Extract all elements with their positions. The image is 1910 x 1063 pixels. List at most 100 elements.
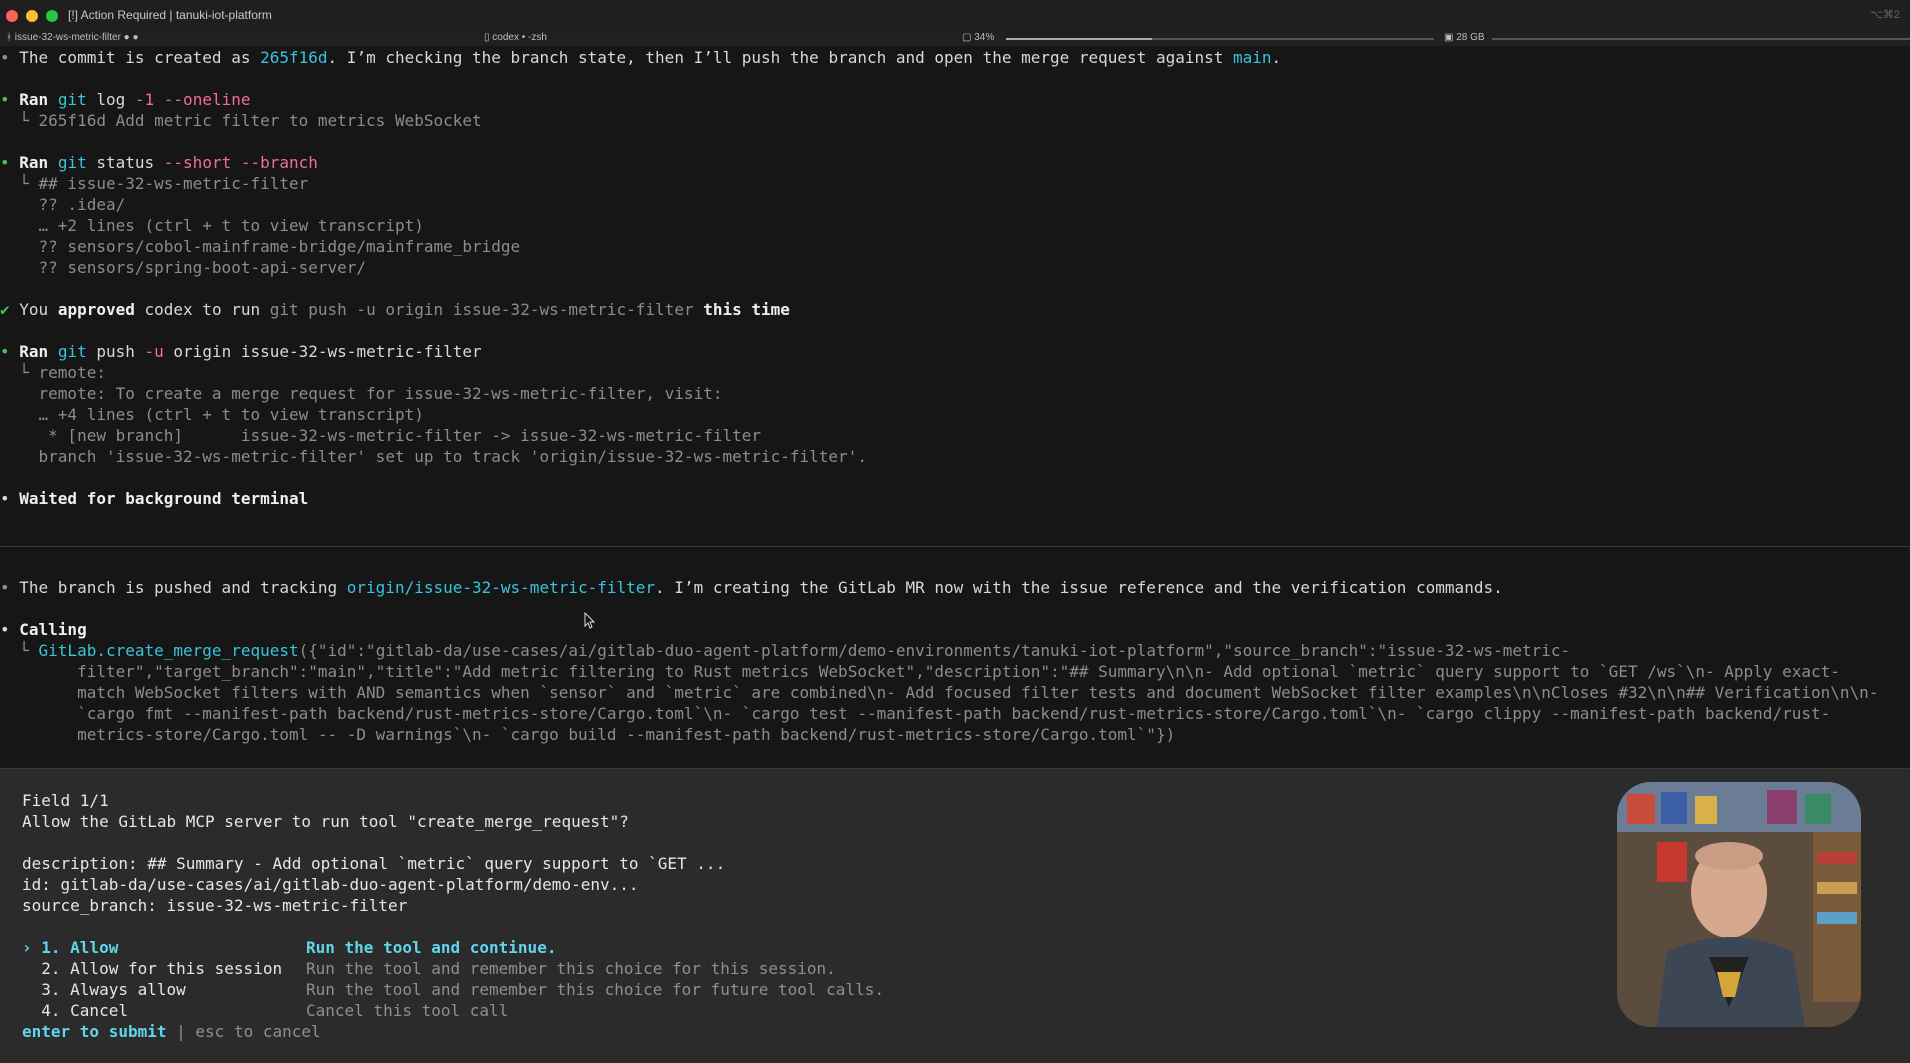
approval-scope: this time [703, 300, 790, 319]
git-push-output-line: remote: [38, 363, 106, 382]
git-status-output: … +2 lines (ctrl + t to view transcript) [0, 216, 424, 236]
option-allow-session[interactable]: 2. Allow for this session [22, 959, 282, 979]
git-push-output-line: * [new branch] issue-32-ws-metric-filter… [38, 426, 761, 445]
option-cancel[interactable]: 4. Cancel [22, 1001, 128, 1021]
branch-line-prefix: The branch is pushed and tracking [19, 578, 347, 597]
git-log-output: └ 265f16d Add metric filter to metrics W… [0, 111, 482, 130]
tool-args-text: filter","target_branch":"main","title":"… [77, 662, 1840, 681]
bullet: • [0, 90, 20, 109]
param-id: id: gitlab-da/use-cases/ai/gitlab-duo-ag… [22, 875, 639, 894]
calling-label: Calling [19, 620, 87, 639]
option-always-allow[interactable]: 3. Always allow [22, 980, 186, 1000]
git-push-args: origin issue-32-ws-metric-filter [163, 342, 482, 361]
status-tab-label: codex • -zsh [492, 32, 547, 43]
memory-icon: ▣ [1444, 32, 1457, 43]
git-status-output-line: ?? sensors/spring-boot-api-server/ [38, 258, 367, 277]
param-description: description: ## Summary - Add optional `… [22, 854, 726, 873]
tmux-status-bar: ᚼ issue-32-ws-metric-filter ● ● ▯ codex … [0, 30, 1910, 46]
target-branch: main [1233, 48, 1272, 67]
git-status-command: • Ran git status --short --branch [0, 153, 318, 173]
remote-branch: origin/issue-32-ws-metric-filter [346, 578, 656, 597]
branch-line-suffix: . I’m creating the GitLab MR now with th… [655, 578, 1503, 597]
window-title: [!] Action Required | tanuki-iot-platfor… [68, 8, 272, 22]
git-status-output-line: ## issue-32-ws-metric-filter [38, 174, 309, 193]
git-push-command: • Ran git push -u origin issue-32-ws-met… [0, 342, 482, 362]
calling-line: • Calling [0, 620, 87, 640]
option-label: 3. Always allow [22, 980, 186, 999]
tool-args-line: filter","target_branch":"main","title":"… [0, 662, 1840, 682]
option-allow-session-desc: Run the tool and remember this choice fo… [306, 959, 836, 978]
git-subcommand: status [86, 153, 164, 172]
commit-line-suffix: . [1271, 48, 1282, 67]
git-status-output: ?? sensors/spring-boot-api-server/ [0, 258, 367, 278]
tool-args-line: metrics-store/Cargo.toml -- -D warnings`… [0, 725, 1175, 745]
zoom-window-button[interactable] [46, 10, 58, 22]
git-log-command: • Ran git log -1 --oneline [0, 90, 250, 110]
ran-label: Ran [19, 342, 49, 361]
git-push-output-line: remote: To create a merge request for is… [38, 384, 723, 403]
git-push-output: * [new branch] issue-32-ws-metric-filter… [0, 426, 761, 446]
branch-status-line: • The branch is pushed and tracking orig… [0, 578, 1503, 598]
waited-text: Waited for background terminal [19, 489, 309, 508]
git-status-output-line: ?? .idea/ [38, 195, 126, 214]
status-memory: ▣ 28 GB [1444, 32, 1485, 43]
hint-divider: | [166, 1022, 196, 1041]
shortcut-hint: ⌥⌘2 [1870, 9, 1900, 21]
approved-command: git push -u origin issue-32-ws-metric-fi… [269, 300, 694, 319]
tool-args-line: `cargo fmt --manifest-path backend/rust-… [0, 704, 1830, 724]
approval-middle: codex to run [134, 300, 270, 319]
commit-sha: 265f16d [260, 48, 328, 67]
git-status-output-line: ?? sensors/cobol-mainframe-bridge/mainfr… [38, 237, 521, 256]
git-subcommand: push [86, 342, 145, 361]
option-always-allow-desc: Run the tool and remember this choice fo… [306, 980, 884, 999]
bullet: • [0, 48, 20, 67]
param-source-branch: source_branch: issue-32-ws-metric-filter [22, 896, 408, 915]
cpu-meter [1006, 38, 1434, 40]
git-push-output: remote: To create a merge request for is… [0, 384, 723, 404]
prompt-hints: enter to submit | esc to cancel [22, 1022, 321, 1042]
cancel-hint: esc to cancel [195, 1022, 321, 1041]
git-cmd: git [57, 342, 87, 361]
field-counter: Field 1/1 [22, 791, 109, 810]
option-allow[interactable]: › 1. Allow [22, 938, 118, 958]
minimize-window-button[interactable] [26, 10, 38, 22]
approval-question: Allow the GitLab MCP server to run tool … [22, 812, 629, 831]
ran-label: Ran [19, 153, 49, 172]
close-window-button[interactable] [6, 10, 18, 22]
tool-object: GitLab [38, 641, 97, 660]
bullet: • [0, 153, 20, 172]
option-cancel-desc: Cancel this tool call [306, 1001, 509, 1020]
cpu-meter-fill [1006, 38, 1152, 40]
memory-value: 28 GB [1456, 32, 1485, 43]
bullet: • [0, 489, 20, 508]
git-push-output: … +4 lines (ctrl + t to view transcript) [0, 405, 424, 425]
mouse-cursor-icon [584, 612, 596, 629]
status-cpu: ▢ 34% [962, 32, 994, 43]
git-flags: -u [144, 342, 164, 361]
cpu-value: 34% [974, 32, 995, 43]
option-allow-desc: Run the tool and continue. [306, 938, 557, 957]
approval-line: ✔ You approved codex to run git push -u … [0, 300, 790, 320]
status-branch: ᚼ issue-32-ws-metric-filter ● ● [6, 32, 139, 43]
commit-line-prefix: The commit is created as [19, 48, 261, 67]
divider [0, 546, 1910, 547]
status-tab[interactable]: ▯ codex • -zsh [484, 32, 547, 43]
waited-line: • Waited for background terminal [0, 489, 308, 509]
git-push-output: branch 'issue-32-ws-metric-filter' set u… [0, 447, 867, 467]
branch-icon: ᚼ [6, 32, 15, 43]
git-push-output-line: … +4 lines (ctrl + t to view transcript) [38, 405, 424, 424]
ran-label: Ran [19, 90, 49, 109]
git-subcommand: log [86, 90, 135, 109]
submit-hint: enter to submit [22, 1022, 167, 1041]
git-cmd: git [57, 153, 87, 172]
tool-call-line: └ GitLab.create_merge_request({"id":"git… [0, 641, 1571, 660]
checkmark-icon: ✔ [0, 300, 10, 319]
status-branch-label: issue-32-ws-metric-filter ● ● [14, 32, 139, 43]
bullet: • [0, 620, 20, 639]
option-label: 2. Allow for this session [22, 959, 283, 978]
tool-args-line: ({"id":"gitlab-da/use-cases/ai/gitlab-du… [298, 641, 1571, 660]
git-status-output: ?? .idea/ [0, 195, 126, 215]
webcam-overlay [1617, 782, 1861, 1027]
git-status-output: ?? sensors/cobol-mainframe-bridge/mainfr… [0, 237, 521, 257]
bullet: • [0, 342, 20, 361]
